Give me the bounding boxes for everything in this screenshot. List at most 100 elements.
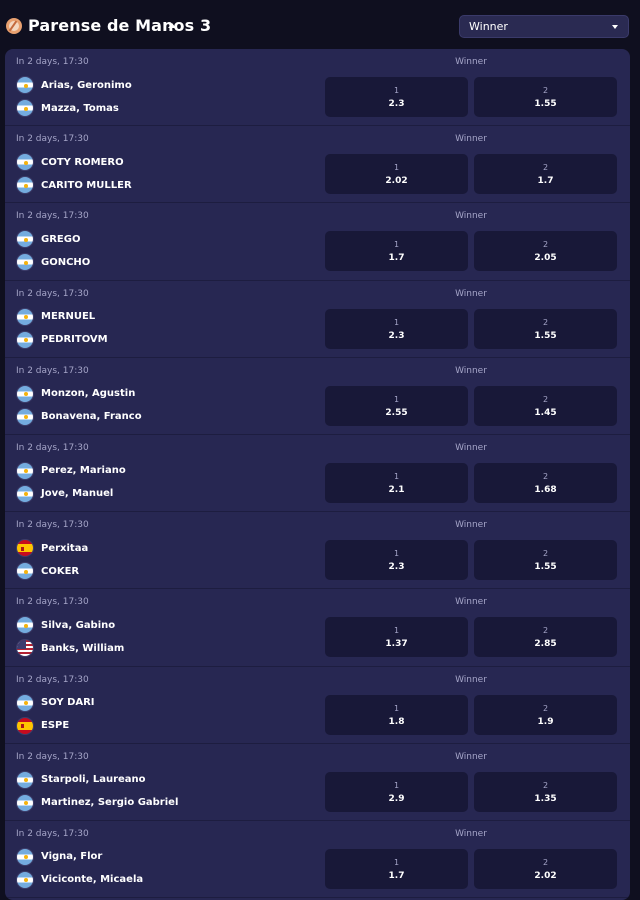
odds-label: 1 bbox=[393, 240, 400, 250]
odds-button-home[interactable]: 1 1.7 bbox=[325, 231, 468, 272]
match-row: In 2 days, 17:30 Winner COTY ROMERO CARI… bbox=[5, 126, 630, 204]
away-team: Jove, Manuel bbox=[16, 484, 114, 503]
match-time: In 2 days, 17:30 bbox=[16, 211, 89, 222]
match-time: In 2 days, 17:30 bbox=[16, 674, 89, 685]
odds-button-away[interactable]: 2 2.85 bbox=[474, 617, 617, 658]
odds-button-away[interactable]: 2 1.45 bbox=[474, 385, 617, 426]
odds-button-away[interactable]: 2 1.55 bbox=[474, 540, 617, 581]
odds-label: 2 bbox=[542, 703, 549, 713]
home-flag-icon bbox=[16, 153, 34, 172]
odds-value: 2.9 bbox=[388, 793, 405, 804]
away-team-name: Mazza, Tomas bbox=[41, 102, 119, 114]
odds-button-home[interactable]: 1 2.3 bbox=[325, 77, 468, 117]
away-team: ESPE bbox=[16, 716, 70, 735]
odds-value: 1.37 bbox=[385, 639, 408, 650]
home-team: Perez, Mariano bbox=[16, 461, 126, 480]
away-flag-icon bbox=[16, 484, 34, 503]
odds-button-home[interactable]: 1 2.3 bbox=[325, 540, 468, 581]
odds-button-home[interactable]: 1 1.8 bbox=[325, 694, 468, 735]
odds-value: 1.35 bbox=[534, 793, 557, 804]
odds-button-home[interactable]: 1 1.7 bbox=[325, 848, 468, 889]
odds-value: 1.9 bbox=[537, 716, 554, 727]
odds-value: 2.85 bbox=[534, 639, 557, 650]
odds-label: 1 bbox=[393, 471, 400, 481]
odds-label: 2 bbox=[542, 240, 549, 250]
home-flag-icon bbox=[16, 461, 34, 480]
odds-button-away[interactable]: 2 1.35 bbox=[474, 771, 617, 812]
odds-value: 1.68 bbox=[534, 484, 557, 495]
home-team-name: GREGO bbox=[41, 233, 81, 245]
market-select[interactable]: Winner bbox=[459, 15, 629, 38]
away-team: Bonavena, Franco bbox=[16, 407, 142, 426]
match-row: In 2 days, 17:30 Winner SOY DARI ESPE 1 … bbox=[5, 667, 630, 744]
away-flag-icon bbox=[16, 716, 34, 735]
market-select-value: Winner bbox=[469, 20, 508, 33]
home-team: Starpoli, Laureano bbox=[16, 770, 146, 789]
odds-button-away[interactable]: 2 1.9 bbox=[474, 694, 617, 735]
home-team: COTY ROMERO bbox=[16, 153, 124, 172]
away-team-name: Jove, Manuel bbox=[41, 488, 114, 500]
home-team: Arias, Geronimo bbox=[16, 76, 132, 94]
match-time: In 2 days, 17:30 bbox=[16, 751, 89, 762]
home-flag-icon bbox=[16, 307, 34, 326]
match-time: In 2 days, 17:30 bbox=[16, 520, 89, 531]
home-team: Monzon, Agustin bbox=[16, 384, 135, 403]
match-row: In 2 days, 17:30 Winner Perez, Mariano J… bbox=[5, 435, 630, 513]
match-row: In 2 days, 17:30 Winner MERNUEL PEDRITOV… bbox=[5, 281, 630, 358]
odds-value: 2.1 bbox=[388, 484, 405, 495]
home-flag-icon bbox=[16, 770, 34, 789]
market-label: Winner bbox=[455, 442, 487, 453]
match-row: In 2 days, 17:30 Winner Vigna, Flor Vici… bbox=[5, 821, 630, 899]
home-team-name: MERNUEL bbox=[41, 311, 96, 323]
home-team-name: Perxitaa bbox=[41, 542, 89, 554]
odds-button-home[interactable]: 1 2.9 bbox=[325, 771, 468, 812]
odds-button-away[interactable]: 2 2.05 bbox=[474, 231, 617, 272]
odds-value: 1.55 bbox=[534, 330, 557, 341]
home-team-name: SOY DARI bbox=[41, 697, 95, 708]
odds-button-away[interactable]: 2 1.7 bbox=[474, 154, 617, 195]
odds-value: 2.02 bbox=[385, 176, 408, 187]
odds-button-away[interactable]: 2 2.02 bbox=[474, 848, 617, 889]
league-header: Parense de Manos 3 Winner bbox=[0, 0, 640, 50]
match-list: In 2 days, 17:30 Winner Arias, Geronimo … bbox=[5, 49, 630, 900]
match-row: In 2 days, 17:30 Winner Arias, Geronimo … bbox=[5, 49, 630, 127]
odds-value: 1.55 bbox=[534, 99, 557, 109]
market-label: Winner bbox=[455, 597, 487, 608]
away-flag-icon bbox=[16, 793, 34, 812]
market-label: Winner bbox=[455, 520, 487, 531]
odds-label: 2 bbox=[542, 394, 549, 404]
odds-button-away[interactable]: 2 1.55 bbox=[474, 308, 617, 349]
match-row: In 2 days, 17:30 Winner Silva, Gabino Ba… bbox=[5, 589, 630, 667]
odds-value: 1.55 bbox=[534, 562, 557, 573]
away-team-name: ESPE bbox=[41, 720, 70, 731]
odds-label: 1 bbox=[393, 317, 400, 327]
odds-value: 2.3 bbox=[388, 562, 405, 573]
home-team: Perxitaa bbox=[16, 539, 89, 558]
home-flag-icon bbox=[16, 76, 34, 94]
odds-button-away[interactable]: 2 1.68 bbox=[474, 462, 617, 503]
collapse-caret-icon[interactable] bbox=[168, 23, 176, 28]
odds-value: 2.55 bbox=[385, 407, 408, 418]
odds-button-away[interactable]: 2 1.55 bbox=[474, 77, 617, 117]
home-flag-icon bbox=[16, 847, 34, 866]
home-flag-icon bbox=[16, 230, 34, 249]
odds-label: 1 bbox=[393, 857, 400, 867]
odds-label: 1 bbox=[393, 703, 400, 713]
odds-value: 1.7 bbox=[537, 176, 554, 187]
match-time: In 2 days, 17:30 bbox=[16, 288, 89, 299]
odds-label: 2 bbox=[542, 780, 549, 790]
odds-label: 1 bbox=[393, 549, 400, 559]
odds-button-home[interactable]: 1 1.37 bbox=[325, 617, 468, 658]
away-team: Mazza, Tomas bbox=[16, 99, 119, 117]
odds-label: 2 bbox=[542, 857, 549, 867]
odds-value: 1.45 bbox=[534, 407, 557, 418]
match-time: In 2 days, 17:30 bbox=[16, 57, 89, 67]
odds-button-home[interactable]: 1 2.3 bbox=[325, 308, 468, 349]
market-label: Winner bbox=[455, 828, 487, 839]
odds-button-home[interactable]: 1 2.1 bbox=[325, 462, 468, 503]
match-time: In 2 days, 17:30 bbox=[16, 597, 89, 608]
home-flag-icon bbox=[16, 693, 34, 712]
match-row: In 2 days, 17:30 Winner GREGO GONCHO 1 1… bbox=[5, 203, 630, 281]
odds-button-home[interactable]: 1 2.55 bbox=[325, 385, 468, 426]
odds-button-home[interactable]: 1 2.02 bbox=[325, 154, 468, 195]
